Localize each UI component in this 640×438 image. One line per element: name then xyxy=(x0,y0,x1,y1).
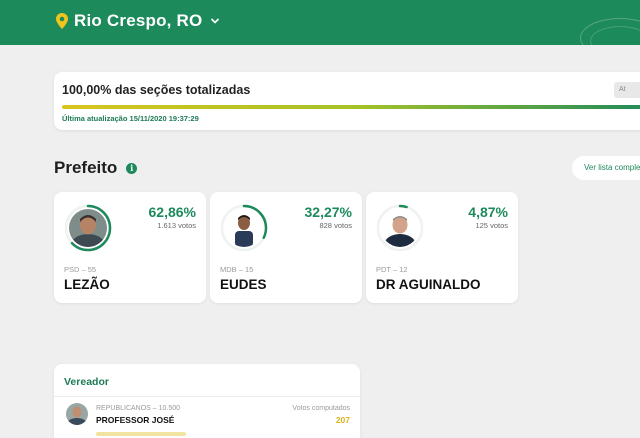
top-header-bar: Rio Crespo, RO xyxy=(0,0,640,45)
councilor-card: Vereador REPUBLICANOS – 10.500 PROFESSOR… xyxy=(54,364,360,438)
totalization-progress-bar xyxy=(62,105,640,109)
candidate-card[interactable]: 32,27% 828 votos MDB – 15 EUDES xyxy=(210,192,362,303)
councilor-section-title: Vereador xyxy=(64,376,109,388)
party-number: PDT – 12 xyxy=(376,265,408,274)
totalization-progress-card: 100,00% das seções totalizadas At Última… xyxy=(54,72,640,130)
candidate-name: PROFESSOR JOSÉ xyxy=(96,415,175,425)
votes-label: Votos computados xyxy=(292,405,350,412)
candidate-photo xyxy=(66,403,88,425)
progress-fill xyxy=(62,105,640,109)
vote-percentage: 4,87% xyxy=(468,204,508,220)
party-number: PSD – 55 xyxy=(64,265,97,274)
location-name: Rio Crespo, RO xyxy=(74,11,203,30)
info-icon[interactable]: i xyxy=(126,162,138,174)
party-number: REPUBLICANOS – 10.500 xyxy=(96,405,181,412)
map-pin-icon xyxy=(56,13,68,29)
divider xyxy=(54,396,360,397)
vote-percentage: 62,86% xyxy=(148,204,196,220)
candidate-photo xyxy=(381,209,419,247)
candidate-name: EUDES xyxy=(220,277,267,292)
see-full-list-button[interactable]: Ver lista comple xyxy=(572,156,640,180)
vote-bar xyxy=(96,432,186,436)
party-number: MDB – 15 xyxy=(220,265,254,274)
mayor-section-header: Prefeito i xyxy=(54,158,138,178)
totalization-status: 100,00% das seções totalizadas xyxy=(62,83,251,97)
location-selector[interactable]: Rio Crespo, RO xyxy=(56,11,220,31)
last-update-timestamp: Última atualização 15/11/2020 19:37:29 xyxy=(62,114,199,123)
candidate-card[interactable]: 62,86% 1.613 votos PSD – 55 LEZÃO xyxy=(54,192,206,303)
candidate-name: DR AGUINALDO xyxy=(376,277,481,292)
vote-count: 1.613 votos xyxy=(157,221,196,230)
vote-count: 207 xyxy=(335,415,350,425)
vote-percentage: 32,27% xyxy=(304,204,352,220)
candidate-card[interactable]: 4,87% 125 votos PDT – 12 DR AGUINALDO xyxy=(366,192,518,303)
chevron-down-icon xyxy=(211,18,220,24)
candidate-name: LEZÃO xyxy=(64,277,110,292)
update-button[interactable]: At xyxy=(614,82,640,98)
candidate-photo xyxy=(69,209,107,247)
vote-count: 828 votos xyxy=(319,221,352,230)
section-title: Prefeito xyxy=(54,158,118,177)
vote-count: 125 votos xyxy=(475,221,508,230)
candidate-photo xyxy=(225,209,263,247)
